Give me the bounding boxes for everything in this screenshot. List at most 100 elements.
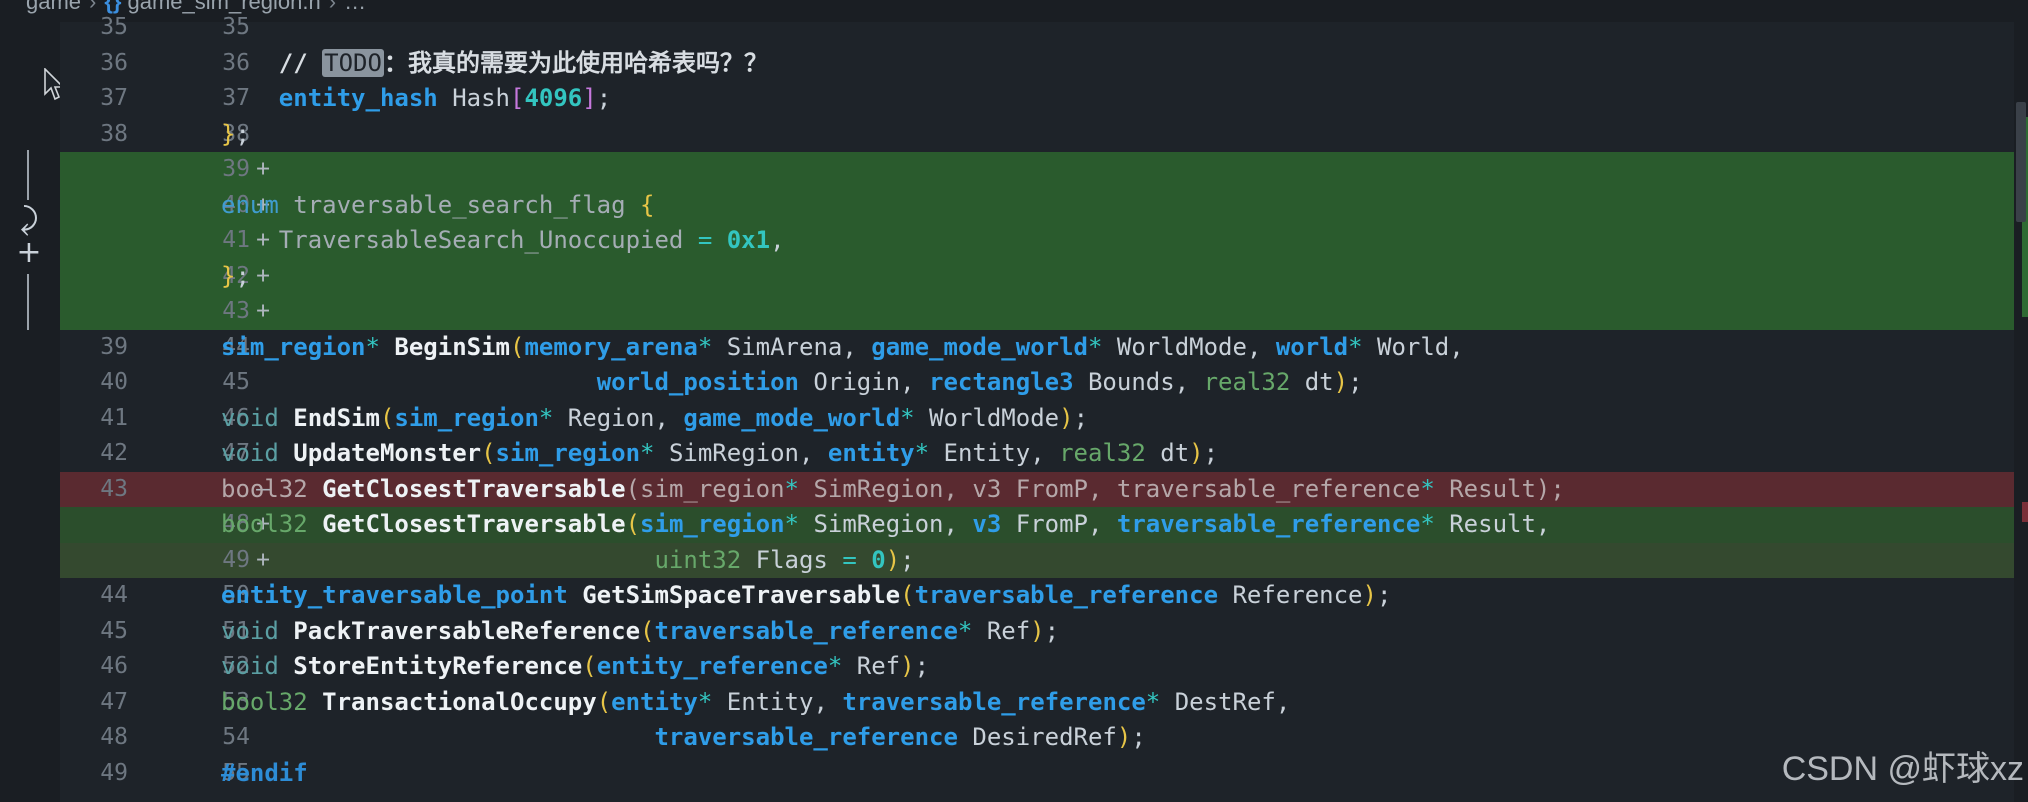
diff-line-added[interactable]: 40 + enum traversable_search_flag { — [60, 187, 2028, 224]
code-token: void — [221, 439, 279, 467]
code-token: ) — [900, 652, 915, 680]
code-token: * — [640, 439, 655, 467]
diff-line-context[interactable]: 47 53 bool32 TransactionalOccupy(entity* E… — [60, 685, 2028, 721]
code-token: Entity, — [712, 687, 843, 716]
scroll-thumb[interactable] — [2016, 102, 2026, 222]
code-text[interactable]: }; — [221, 259, 250, 295]
code-token: Region, — [553, 403, 684, 432]
diff-line-context[interactable]: 40 45 world_position Origin, rectangle3 B… — [60, 365, 2028, 401]
diff-line-context[interactable]: 39 44 sim_region* BeginSim(memory_arena* S… — [60, 330, 2028, 366]
code-text[interactable]: bool32 GetClosestTraversable(sim_region*… — [221, 472, 1565, 508]
code-text[interactable]: traversable_reference DesiredRef); — [221, 720, 1145, 756]
code-token: v3 — [972, 510, 1002, 538]
code-token: ; — [235, 119, 250, 148]
code-token: ( — [379, 403, 395, 432]
diff-line-added-soft[interactable]: 48 + bool32 GetClosestTraversable(sim_regi… — [60, 507, 2028, 543]
code-text[interactable]: // TODO：我真的需要为此使用哈希表吗？？ — [221, 46, 768, 82]
diff-line-context[interactable]: 41 46 void EndSim(sim_region* Region, game… — [60, 401, 2028, 437]
code-token: BeginSim — [394, 332, 510, 361]
code-token: ) — [1116, 723, 1132, 751]
code-token: ; — [1348, 368, 1363, 396]
code-token: ) — [1333, 368, 1349, 396]
diff-line-added[interactable]: 39 + — [60, 152, 2028, 188]
code-token: GetClosestTraversable — [322, 474, 626, 503]
code-text[interactable]: enum traversable_search_flag { — [221, 188, 654, 224]
code-token: Result, — [1434, 510, 1551, 538]
diff-line-context[interactable]: 42 47 void UpdateMonster(sim_region* SimRe… — [60, 436, 2028, 472]
diff-line-context[interactable]: 48 54 traversable_reference DesiredRef); — [60, 720, 2028, 756]
code-text[interactable]: }; — [221, 117, 250, 153]
diff-line-context[interactable]: 38 38}; — [60, 117, 2028, 153]
diff-line-context[interactable]: 36 36 // TODO：我真的需要为此使用哈希表吗？？ — [60, 46, 2028, 82]
code-text[interactable]: entity_traversable_point GetSimSpaceTrav… — [221, 578, 1391, 614]
diff-line-added-tail[interactable]: 49 + uint32 Flags = 0); — [60, 542, 2028, 579]
code-token: * — [1348, 332, 1363, 361]
diff-line-context[interactable]: 35 35 — [60, 10, 2028, 46]
code-text[interactable]: entity_hash Hash[4096]; — [221, 81, 611, 117]
code-token: GetClosestTraversable — [322, 510, 626, 538]
hunk-range-line — [27, 274, 29, 330]
diff-line-context[interactable]: 37 37 entity_hash Hash[4096]; — [60, 81, 2028, 117]
diff-editor[interactable]: 35 35 36 36 // TODO：我真的需要为此使用哈希表吗？？ 37 37 ent… — [60, 14, 2028, 802]
diff-line-context[interactable]: 46 52 void StoreEntityReference(entity_ref… — [60, 649, 2028, 685]
code-token: * — [697, 332, 713, 361]
code-token: Origin, — [798, 368, 930, 396]
diff-marker: + — [256, 156, 270, 182]
code-text[interactable]: uint32 Flags = 0); — [221, 543, 914, 579]
code-text[interactable]: void EndSim(sim_region* Region, game_mod… — [221, 401, 1088, 437]
diff-line-context[interactable]: 49 55 #endif — [60, 756, 2028, 792]
code-token: #endif — [221, 758, 308, 787]
code-text[interactable]: bool32 GetClosestTraversable(sim_region*… — [221, 507, 1550, 543]
code-token: = — [842, 545, 857, 574]
code-token: TransactionalOccupy — [322, 687, 597, 716]
code-token: 0 — [871, 545, 886, 574]
code-token: real32 — [1059, 439, 1146, 467]
code-token: ) — [885, 545, 901, 574]
code-token: bool32 — [221, 474, 308, 503]
code-token: EndSim — [293, 403, 380, 432]
code-token: TODO — [322, 48, 384, 77]
code-text[interactable]: #endif — [221, 756, 308, 792]
code-text[interactable]: sim_region* BeginSim(memory_arena* SimAr… — [221, 330, 1464, 366]
diff-line-removed[interactable]: 43— bool32 GetClosestTraversable(sim_regi… — [60, 471, 2028, 508]
code-token: * — [697, 687, 713, 716]
code-text[interactable]: bool32 TransactionalOccupy(entity* Entit… — [221, 685, 1290, 721]
code-token: ; — [1073, 403, 1089, 432]
diff-line-context[interactable]: 44 50 entity_traversable_point GetSimSpace… — [60, 578, 2028, 614]
diff-line-added[interactable]: 43 + — [60, 294, 2028, 330]
code-token: game_mode_world — [683, 403, 901, 432]
stage-hunk-icon[interactable]: + — [14, 238, 44, 268]
code-text[interactable]: void PackTraversableReference(traversabl… — [221, 614, 1059, 650]
code-token: world_position — [596, 368, 799, 396]
code-token: sim_region — [640, 510, 785, 538]
diff-line-added[interactable]: 42 +}; — [60, 258, 2028, 295]
vertical-scrollbar[interactable] — [2014, 22, 2028, 802]
code-text[interactable]: void StoreEntityReference(entity_referen… — [221, 649, 929, 685]
revert-icon[interactable]: ⤸ — [14, 205, 44, 235]
code-token: FromP, — [1001, 510, 1117, 538]
code-text[interactable]: void UpdateMonster(sim_region* SimRegion… — [221, 436, 1218, 472]
hunk-range-line — [27, 150, 29, 200]
diff-line-added[interactable]: 41 + TraversableSearch_Unoccupied = 0x1, — [60, 223, 2028, 259]
code-token: Ref — [972, 616, 1031, 645]
code-token: ( — [900, 581, 915, 609]
code-token: entity_hash — [278, 84, 438, 112]
code-token: traversable_reference — [1116, 510, 1421, 538]
code-token: PackTraversableReference — [293, 616, 641, 645]
diff-line-context[interactable]: 45 51 void PackTraversableReference(traver… — [60, 614, 2028, 650]
code-text[interactable]: world_position Origin, rectangle3 Bounds… — [221, 365, 1363, 401]
code-token: WorldMode — [914, 403, 1060, 432]
code-token: * — [914, 439, 930, 467]
code-text[interactable]: TraversableSearch_Unoccupied = 0x1, — [221, 223, 785, 259]
